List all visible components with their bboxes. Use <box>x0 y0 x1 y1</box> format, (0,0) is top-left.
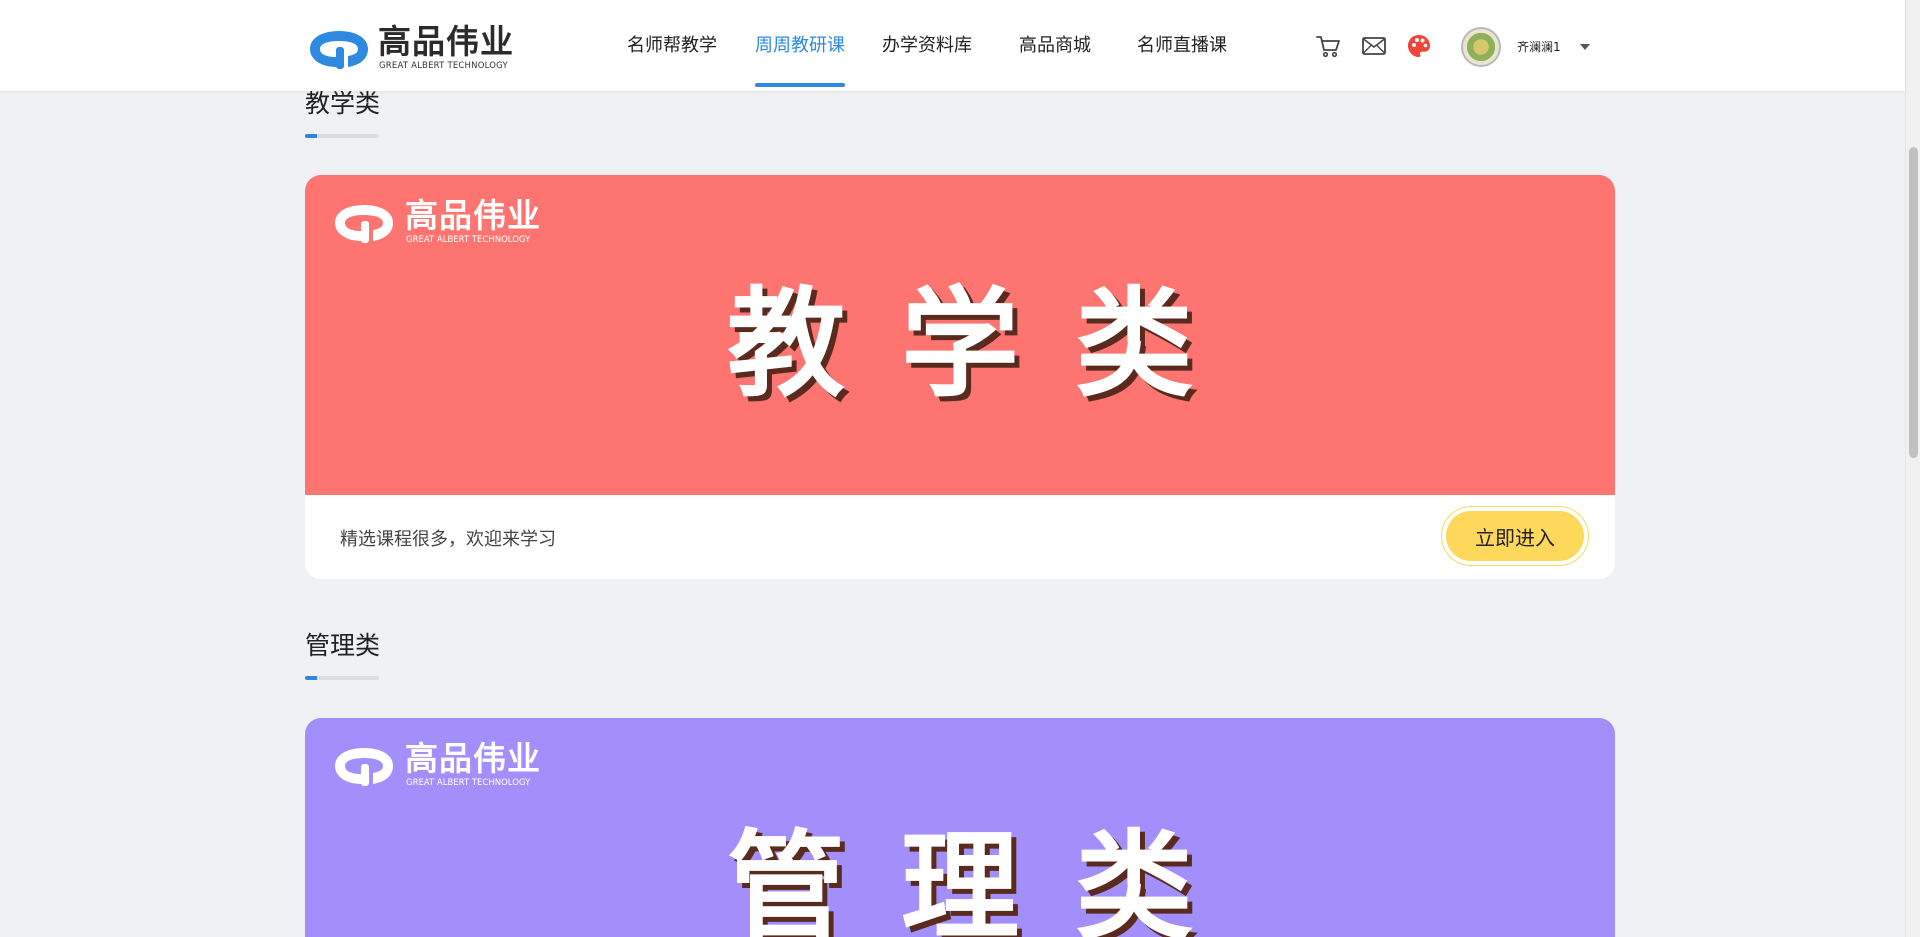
banner-brand-en: GREAT ALBERT TECHNOLOGY <box>406 235 531 245</box>
nav-item-resource-library[interactable]: 办学资料库 <box>882 34 972 58</box>
brand-name-en: GREAT ALBERT TECHNOLOGY <box>379 61 508 71</box>
palette-icon[interactable] <box>1406 33 1432 59</box>
course-card-management: 高品伟业 GREAT ALBERT TECHNOLOGY 管理类 <box>305 718 1615 937</box>
chevron-down-icon[interactable] <box>1580 44 1590 50</box>
username[interactable]: 齐澜澜1 <box>1517 38 1561 55</box>
nav-item-teaching-help[interactable]: 名师帮教学 <box>627 34 717 58</box>
section-title-management: 管理类 <box>305 631 381 660</box>
banner-brand-cn: 高品伟业 <box>405 739 541 778</box>
section-divider <box>305 134 379 138</box>
nav-item-weekly-research[interactable]: 周周教研课 <box>755 34 845 58</box>
section-title-teaching: 教学类 <box>305 89 381 118</box>
top-header: 高品伟业 GREAT ALBERT TECHNOLOGY 名师帮教学 周周教研课… <box>0 0 1905 91</box>
nav-active-indicator <box>755 83 845 87</box>
course-card-teaching: 高品伟业 GREAT ALBERT TECHNOLOGY 教学类 精选课程很多，… <box>305 175 1615 579</box>
brand-name-cn: 高品伟业 <box>378 22 514 61</box>
banner-title: 管理类 <box>726 818 1249 937</box>
course-banner-management[interactable]: 高品伟业 GREAT ALBERT TECHNOLOGY 管理类 <box>305 718 1615 937</box>
page-scrollbar[interactable] <box>1905 0 1920 937</box>
banner-brand-cn: 高品伟业 <box>405 196 541 235</box>
card-footer: 精选课程很多，欢迎来学习 立即进入 <box>305 495 1615 579</box>
banner-brand-en: GREAT ALBERT TECHNOLOGY <box>406 778 531 788</box>
mail-icon[interactable] <box>1361 33 1387 59</box>
course-banner-teaching[interactable]: 高品伟业 GREAT ALBERT TECHNOLOGY 教学类 <box>305 175 1615 495</box>
nav-item-mall[interactable]: 高品商城 <box>1019 34 1091 58</box>
scrollbar-thumb[interactable] <box>1909 147 1918 458</box>
nav-item-live-course[interactable]: 名师直播课 <box>1137 34 1227 58</box>
avatar[interactable] <box>1461 27 1501 67</box>
banner-title: 教学类 <box>726 275 1249 413</box>
banner-logo: 高品伟业 GREAT ALBERT TECHNOLOGY <box>331 197 541 247</box>
banner-logo: 高品伟业 GREAT ALBERT TECHNOLOGY <box>331 740 541 790</box>
brand-logo[interactable]: 高品伟业 GREAT ALBERT TECHNOLOGY <box>306 23 516 73</box>
banner-logo-icon <box>335 748 393 786</box>
card-description: 精选课程很多，欢迎来学习 <box>340 529 556 550</box>
banner-logo-icon <box>335 205 393 243</box>
enter-now-button[interactable]: 立即进入 <box>1441 506 1589 566</box>
section-divider <box>305 676 379 680</box>
brand-logo-icon <box>310 31 368 69</box>
enter-now-label: 立即进入 <box>1446 511 1584 561</box>
cart-icon[interactable] <box>1315 33 1341 59</box>
